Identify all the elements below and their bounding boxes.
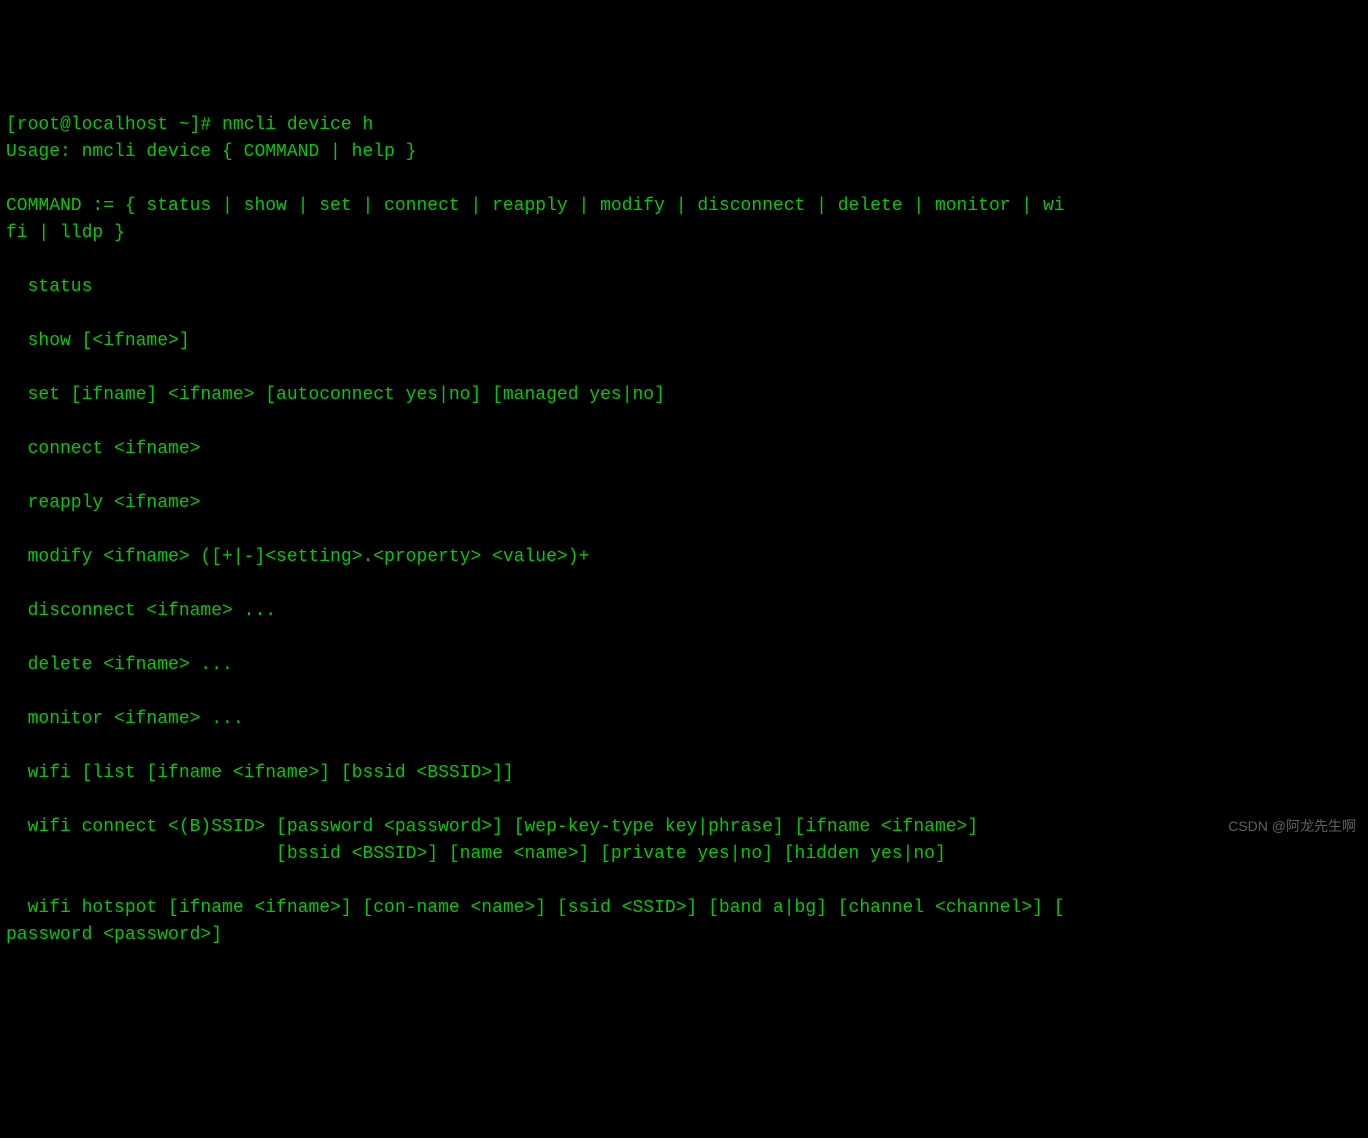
terminal-line: Usage: nmcli device { COMMAND | help } (6, 142, 416, 162)
terminal-line: wifi hotspot [ifname <ifname>] [con-name… (6, 898, 1065, 918)
terminal-line: disconnect <ifname> ... (6, 601, 276, 621)
terminal-output: [root@localhost ~]# nmcli device h Usage… (6, 112, 1362, 949)
terminal-line: connect <ifname> (6, 439, 200, 459)
terminal-line: wifi connect <(B)SSID> [password <passwo… (6, 817, 978, 837)
terminal-line: [bssid <BSSID>] [name <name>] [private y… (6, 844, 946, 864)
terminal-line: reapply <ifname> (6, 493, 200, 513)
terminal-line: status (6, 277, 92, 297)
watermark-text: CSDN @阿龙先生啊 (1228, 816, 1356, 837)
terminal-line: delete <ifname> ... (6, 655, 233, 675)
terminal-line: [root@localhost ~]# nmcli device h (6, 115, 373, 135)
terminal-line: COMMAND := { status | show | set | conne… (6, 196, 1065, 216)
terminal-line: show [<ifname>] (6, 331, 190, 351)
terminal-line: monitor <ifname> ... (6, 709, 244, 729)
terminal-line: set [ifname] <ifname> [autoconnect yes|n… (6, 385, 665, 405)
terminal-line: modify <ifname> ([+|-]<setting>.<propert… (6, 547, 589, 567)
terminal-line: wifi [list [ifname <ifname>] [bssid <BSS… (6, 763, 514, 783)
terminal-line: password <password>] (6, 925, 222, 945)
terminal-line: fi | lldp } (6, 223, 125, 243)
